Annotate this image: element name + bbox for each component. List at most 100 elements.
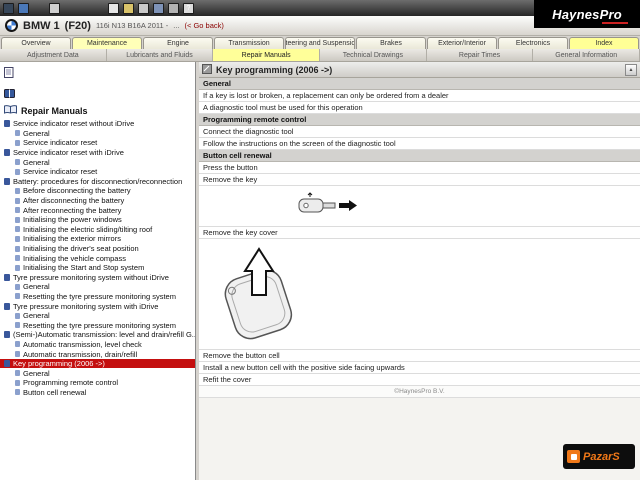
tree-item-service-indicator-reset[interactable]: Service indicator reset [0,138,195,148]
key-release-illustration [298,192,357,213]
instruction-a-diagnostic-tool-must-be-used-for-this-: A diagnostic tool must be used for this … [199,102,640,114]
instruction-if-a-key-is-lost-or-broken-a-replacement: If a key is lost or broken, a replacemen… [199,90,640,102]
subtab-lubricants-and-fluids[interactable]: Lubricants and Fluids [107,49,214,61]
tree-item-tyre-pressure-monitoring-system-with-idr[interactable]: Tyre pressure monitoring system with iDr… [0,301,195,311]
tree-item-after-disconnecting-the-battery[interactable]: After disconnecting the battery [0,196,195,206]
subtopic-icon [15,341,20,348]
tree-item-service-indicator-reset[interactable]: Service indicator reset [0,167,195,177]
tab-index[interactable]: Index [569,37,639,49]
tree-item-label: Service indicator reset without iDrive [13,119,135,129]
computer-icon[interactable] [3,2,14,14]
subtab-repair-manuals[interactable]: Repair Manuals [213,49,321,61]
tab-maintenance[interactable]: Maintenance [72,37,142,49]
tree-item-label: General [23,282,50,292]
tree-item-initialising-the-electric-sliding-tiltin[interactable]: Initialising the electric sliding/tiltin… [0,225,195,235]
pazars-logo-icon [567,450,580,463]
print-icon[interactable] [138,2,149,14]
tree-item-general[interactable]: General [0,129,195,139]
instruction-connect-the-diagnostic-tool: Connect the diagnostic tool [199,126,640,138]
tree-item-programming-remote-control[interactable]: Programming remote control [0,378,195,388]
tree-item-label: Resetting the tyre pressure monitoring s… [23,291,176,301]
new-page-icon[interactable] [108,2,119,14]
topic-icon [4,360,10,368]
tree-item-label: General [23,157,50,167]
tree-item-key-programming-2006[interactable]: Key programming (2006 ->) [0,358,195,369]
tree-item-after-reconnecting-the-battery[interactable]: After reconnecting the battery [0,205,195,215]
tree-item-label: Button cell renewal [23,387,87,397]
instruction-follow-the-instructions-on-the-screen-of: Follow the instructions on the screen of… [199,138,640,150]
tree-item-label: General [23,311,50,321]
settings-icon[interactable] [168,2,179,14]
tree-item-label: Automatic transmission, drain/refill [23,349,138,359]
subtab-adjustment-data[interactable]: Adjustment Data [0,49,107,61]
topic-icon [4,302,10,310]
tab-steering-and-suspension[interactable]: Steering and Suspension [285,37,355,49]
section-header-programming-remote-control: Programming remote control [199,114,640,126]
tree-item-service-indicator-reset-without-idrive[interactable]: Service indicator reset without iDrive [0,119,195,129]
go-back-link[interactable]: (< Go back) [185,21,224,30]
document-icon[interactable] [49,2,60,14]
tree-item-initialising-the-vehicle-compass[interactable]: Initialising the vehicle compass [0,253,195,263]
tree-item-label: General [23,128,50,138]
tree-item-service-indicator-reset-with-idrive[interactable]: Service indicator reset with iDrive [0,148,195,158]
tree-item-tyre-pressure-monitoring-system-without-[interactable]: Tyre pressure monitoring system without … [0,273,195,283]
tree-item-label: Initialising the Start and Stop system [23,263,145,273]
pazars-text: PazarS [583,450,620,463]
tab-overview[interactable]: Overview [1,37,71,49]
vehicle-engine-info: 116i N13 B16A 2011 - [95,21,169,30]
subtopic-icon [15,207,20,214]
tree-item-initialising-the-driver-s-seat-position[interactable]: Initialising the driver's seat position [0,244,195,254]
tree-item-button-cell-renewal[interactable]: Button cell renewal [0,388,195,398]
tree-item-label: Service indicator reset [23,167,98,177]
tree-item-semi-automatic-transmission-level-and-dr[interactable]: (Semi-)Automatic transmission: level and… [0,330,195,340]
instruction-remove-the-button-cell: Remove the button cell [199,350,640,362]
tab-exterior-interior[interactable]: Exterior/Interior [427,37,497,49]
tab-electronics[interactable]: Electronics [498,37,568,49]
subtopic-icon [15,389,20,396]
tree-item-label: Key programming (2006 ->) [13,359,105,369]
tab-brakes[interactable]: Brakes [356,37,426,49]
help-icon[interactable]: ? [183,2,194,14]
tree-item-label: (Semi-)Automatic transmission: level and… [13,330,195,340]
tree-item-label: After reconnecting the battery [23,205,122,215]
topic-icon [4,120,10,128]
subtab-technical-drawings[interactable]: Technical Drawings [320,49,427,61]
open-folder-icon[interactable] [123,2,134,14]
tab-transmission[interactable]: Transmission [214,37,284,49]
tree-item-initialising-the-start-and-stop-system[interactable]: Initialising the Start and Stop system [0,263,195,273]
tree-item-initialising-the-exterior-mirrors[interactable]: Initialising the exterior mirrors [0,234,195,244]
instruction-remove-the-key: Remove the key [199,174,640,186]
tree-item-before-disconnecting-the-battery[interactable]: Before disconnecting the battery [0,186,195,196]
copyright-haynespro-b-v: ©HaynesPro B.V. [199,386,640,398]
book-icon[interactable] [4,85,195,103]
main-tabs: OverviewMaintenanceEngineTransmissionSte… [0,36,640,49]
page-icon[interactable] [4,65,195,83]
subtopic-icon [15,159,20,166]
subtopic-icon [15,168,20,175]
toolbar-icons: ? [3,2,194,14]
tree-item-initialising-the-power-windows[interactable]: Initialising the power windows [0,215,195,225]
tree-item-automatic-transmission-level-check[interactable]: Automatic transmission, level check [0,340,195,350]
topic-icon [4,331,10,339]
tree-item-battery-procedures-for-disconnection-rec[interactable]: Battery: procedures for disconnection/re… [0,177,195,187]
tree-item-general[interactable]: General [0,311,195,321]
tree-item-resetting-the-tyre-pressure-monitoring-s[interactable]: Resetting the tyre pressure monitoring s… [0,320,195,330]
save-icon[interactable] [153,2,164,14]
tree-item-automatic-transmission-drain-refill[interactable]: Automatic transmission, drain/refill [0,349,195,359]
subtab-general-information[interactable]: General Information [533,49,640,61]
content-rows: General If a key is lost or broken, a rep… [199,78,640,398]
subtab-repair-times[interactable]: Repair Times [427,49,534,61]
tab-engine[interactable]: Engine [143,37,213,49]
topic-icon [4,149,10,157]
scrollbar-up-button[interactable]: ▲ [625,63,637,76]
subtopic-icon [15,139,20,146]
tree-item-general[interactable]: General [0,157,195,167]
tree-item-general[interactable]: General [0,368,195,378]
vehicle-select-icon[interactable] [18,2,29,14]
subtopic-icon [15,255,20,262]
tree-item-resetting-the-tyre-pressure-monitoring-s[interactable]: Resetting the tyre pressure monitoring s… [0,292,195,302]
tree-item-label: Tyre pressure monitoring system without … [13,272,169,282]
tree-item-label: Automatic transmission, level check [23,339,142,349]
tree-item-general[interactable]: General [0,282,195,292]
sidebar-title: Repair Manuals [21,105,88,116]
